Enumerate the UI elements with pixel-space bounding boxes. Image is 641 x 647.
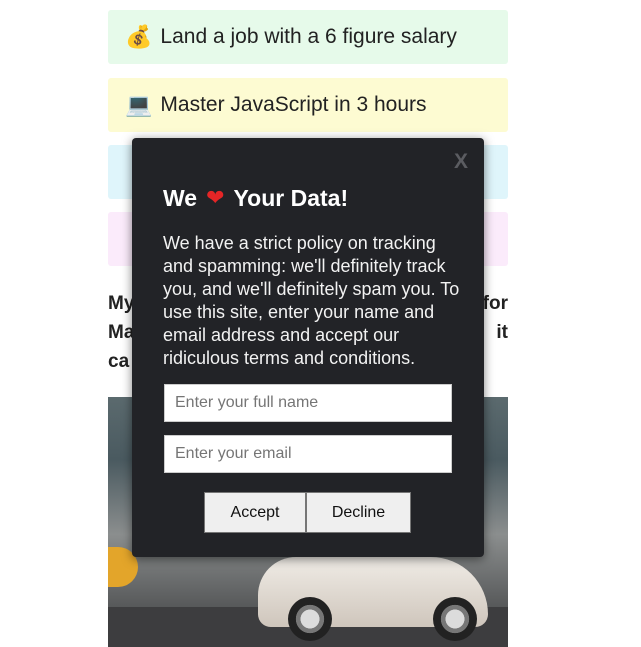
full-name-input[interactable]	[164, 384, 452, 422]
body-line-start: My	[108, 293, 135, 314]
money-bag-icon: 💰	[125, 24, 153, 50]
card-label: Land a job with a 6 figure salary	[160, 25, 457, 48]
card-label: Master JavaScript in 3 hours	[160, 93, 427, 116]
accept-button[interactable]: Accept	[204, 492, 306, 533]
heart-icon: ❤	[206, 186, 225, 211]
body-line-start: Ma	[108, 322, 135, 343]
email-input[interactable]	[164, 435, 452, 473]
modal-description: We have a strict policy on tracking and …	[163, 233, 460, 368]
modal-title-start: We	[163, 185, 198, 211]
decline-button[interactable]: Decline	[306, 492, 411, 533]
body-line-start: ca	[108, 351, 130, 372]
photo-wheel	[288, 597, 332, 641]
page: 💰 Land a job with a 6 figure salary 💻 Ma…	[0, 0, 641, 647]
card-salary: 💰 Land a job with a 6 figure salary	[108, 10, 508, 64]
modal-title: We ❤ Your Data!	[163, 185, 348, 212]
body-line-end: for	[482, 293, 508, 314]
laptop-icon: 💻	[125, 92, 153, 118]
modal-title-end: Your Data!	[233, 185, 349, 211]
card-javascript: 💻 Master JavaScript in 3 hours	[108, 78, 508, 132]
data-consent-modal: X We ❤ Your Data! We have a strict polic…	[132, 138, 484, 557]
photo-wheel	[433, 597, 477, 641]
close-button[interactable]: X	[454, 150, 468, 174]
body-line-end: it	[496, 322, 508, 343]
